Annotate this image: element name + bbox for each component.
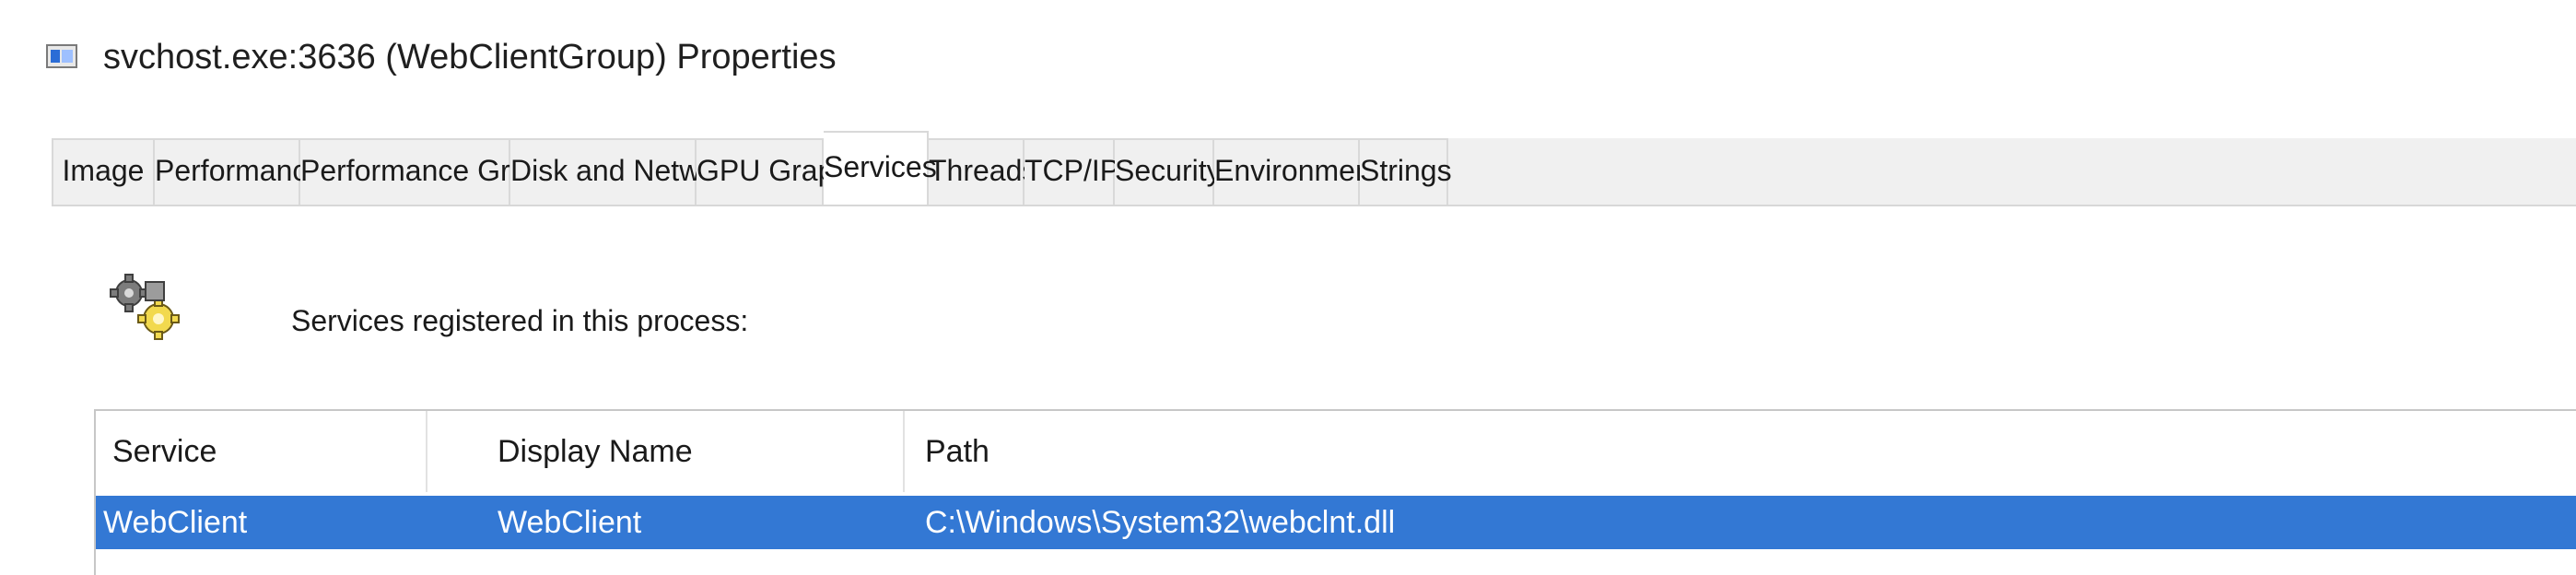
tab-tcpip[interactable]: TCP/IP: [1025, 138, 1119, 205]
tab-threads[interactable]: Threads: [929, 138, 1036, 205]
title-bar: svchost.exe:3636 (WebClientGroup) Proper…: [0, 0, 2576, 111]
tab-gpu-graph[interactable]: GPU Graph: [697, 138, 850, 205]
path-cell[interactable]: C:\Windows\System32\webclnt.dll: [925, 496, 2031, 549]
column-header-path[interactable]: Path: [925, 411, 2031, 492]
table-row[interactable]: WebClient WebClient C:\Windows\System32\…: [96, 496, 2576, 549]
tab-performance[interactable]: Performance: [155, 138, 323, 205]
tab-image[interactable]: Image: [52, 138, 155, 205]
column-header-service[interactable]: Service: [112, 411, 426, 492]
tab-strip: Image Performance Performance Graph Disk…: [52, 131, 2576, 206]
service-name-cell[interactable]: WebClient: [103, 496, 435, 549]
display-name-cell[interactable]: WebClient: [498, 496, 866, 549]
tab-performance-graph[interactable]: Performance Graph: [300, 138, 559, 205]
tab-strings[interactable]: Strings: [1360, 138, 1452, 205]
column-header-display-name[interactable]: Display Name: [498, 411, 903, 492]
tab-services[interactable]: Services: [824, 131, 937, 205]
window-title: svchost.exe:3636 (WebClientGroup) Proper…: [103, 38, 837, 76]
tab-security[interactable]: Security: [1115, 138, 1222, 205]
tab-disk-and-network[interactable]: Disk and Network: [510, 138, 742, 205]
column-divider[interactable]: [426, 411, 427, 492]
services-table[interactable]: Service Display Name Path WebClient WebC…: [94, 409, 2576, 575]
services-intro-text: Services registered in this process:: [291, 304, 749, 337]
tab-environment[interactable]: Environment: [1214, 138, 1380, 205]
window-icon: [46, 44, 77, 68]
services-gear-icon: [110, 274, 180, 340]
column-divider[interactable]: [903, 411, 905, 492]
